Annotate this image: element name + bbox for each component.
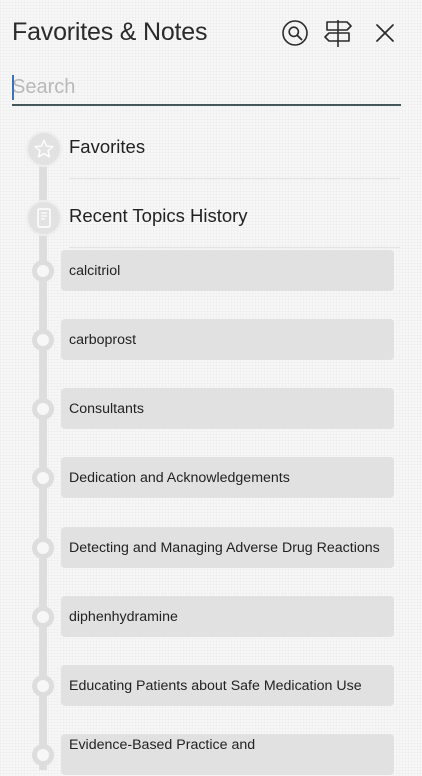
timeline-dot	[32, 675, 54, 697]
header-bar: Favorites & Notes	[0, 0, 422, 68]
history-item-button[interactable]: Educating Patients about Safe Medication…	[61, 665, 394, 706]
history-item: calcitriol	[0, 250, 422, 292]
history-item: carboprost	[0, 319, 422, 361]
history-item-button[interactable]: carboprost	[61, 319, 394, 360]
history-item-button[interactable]: Consultants	[61, 388, 394, 429]
navigation-button[interactable]	[321, 16, 355, 50]
history-item: Dedication and Acknowledgements	[0, 457, 422, 499]
history-label: Recent Topics History	[69, 205, 248, 226]
star-icon	[34, 139, 54, 158]
favorites-section[interactable]: Favorites	[0, 119, 422, 179]
history-item: Educating Patients about Safe Medication…	[0, 665, 422, 707]
history-item: Detecting and Managing Adverse Drug Reac…	[0, 527, 422, 569]
document-icon	[37, 208, 51, 228]
history-item: Evidence-Based Practice and	[0, 734, 422, 776]
history-item-button[interactable]: diphenhydramine	[61, 596, 394, 637]
history-item: Consultants	[0, 388, 422, 430]
page-title: Favorites & Notes	[12, 18, 208, 46]
timeline-dot	[32, 537, 54, 559]
search-field[interactable]	[12, 72, 401, 106]
timeline-dot	[32, 398, 54, 420]
history-node	[26, 200, 62, 236]
history-item-button[interactable]: Evidence-Based Practice and	[61, 734, 394, 775]
signpost-icon	[324, 20, 352, 47]
favorites-node	[26, 131, 62, 167]
timeline-dot	[32, 606, 54, 628]
search-input[interactable]	[12, 72, 401, 102]
history-item: diphenhydramine	[0, 596, 422, 638]
search-button[interactable]	[278, 16, 312, 50]
history-item-button[interactable]: Detecting and Managing Adverse Drug Reac…	[61, 527, 394, 568]
timeline-dot	[32, 260, 54, 282]
timeline-dot	[32, 467, 54, 489]
search-icon	[282, 20, 308, 46]
close-icon	[376, 24, 394, 42]
text-caret	[12, 75, 14, 100]
section-divider	[69, 247, 400, 248]
timeline-dot	[32, 329, 54, 351]
timeline-dot	[32, 744, 54, 766]
history-item-button[interactable]: calcitriol	[61, 250, 394, 291]
history-item-button[interactable]: Dedication and Acknowledgements	[61, 457, 394, 498]
history-section[interactable]: Recent Topics History	[0, 188, 422, 248]
favorites-label: Favorites	[69, 136, 146, 157]
section-divider	[69, 178, 400, 179]
close-button[interactable]	[368, 16, 402, 50]
